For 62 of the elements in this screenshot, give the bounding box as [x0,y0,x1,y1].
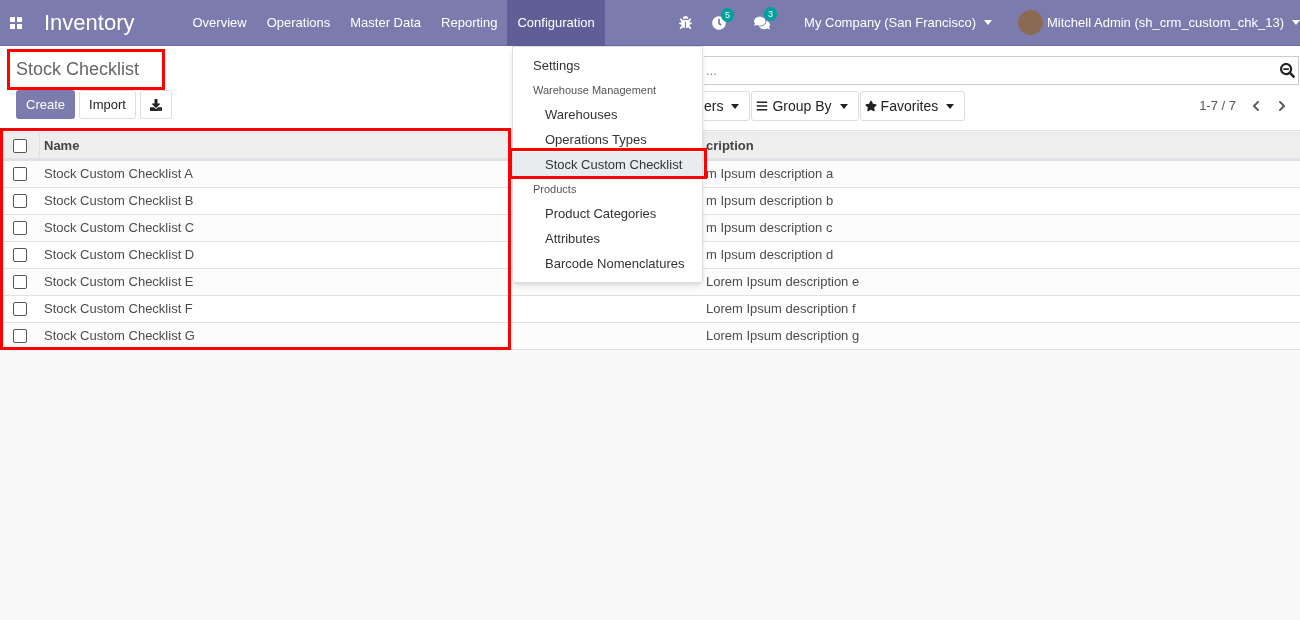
company-switcher[interactable]: My Company (San Francisco) [804,12,992,33]
menu-item[interactable]: Warehouses [513,102,702,127]
table-cell: Stock Custom Checklist B [44,193,194,209]
table-cell: Stock Custom Checklist C [44,220,195,236]
download-icon [149,98,162,111]
table-cell: Stock Custom Checklist A [44,166,193,182]
table-cell: Stock Custom Checklist F [44,301,193,317]
table-cell-text: Lorem Ipsum description e [705,273,860,292]
caret-icon [946,103,955,109]
checkbox[interactable] [13,329,27,343]
menu-section-header: Products [532,182,578,197]
avatar [1018,10,1043,35]
import-button[interactable]: Import [79,90,136,119]
filter-dropdown-button[interactable]: ers [704,91,751,121]
table-cell-text: m Ipsum description c [705,219,833,238]
menu-section-header: Warehouse Management [532,83,658,98]
notification-badge: 5 [721,7,735,22]
menu-item[interactable]: Attributes [513,226,702,251]
table-cell: Stock Custom Checklist D [44,247,195,263]
pager: 1-7 / 7 [1199,97,1236,116]
table-cell: Stock Custom Checklist G [44,328,195,344]
checkbox[interactable] [12,138,27,153]
create-button[interactable]: Create [16,90,76,119]
checkbox[interactable] [13,221,27,235]
checkbox[interactable] [13,248,27,262]
checkbox[interactable] [13,302,27,316]
bug-icon[interactable] [679,16,693,29]
menu-item[interactable]: Settings [513,53,702,78]
table-cell-text: m Ipsum description b [705,192,834,211]
navbar-menu-item[interactable]: Overview [182,0,257,46]
table-cell: Stock Custom Checklist E [44,274,194,290]
star-icon [864,100,877,112]
next-icon[interactable] [1276,100,1288,112]
table-cell-text: Lorem Ipsum description f [705,300,856,319]
menu-item[interactable]: Stock Custom Checklist [513,152,702,177]
list-icon [756,100,769,112]
user-menu[interactable]: Mitchell Admin (sh_crm_custom_chk_13) [1047,12,1300,33]
search-field[interactable]: ... [704,56,1299,85]
menu-item[interactable]: Product Categories [513,201,702,226]
app-title: Inventory [44,9,135,37]
caret-icon [731,103,740,109]
checkbox[interactable] [13,167,27,181]
notification-badge: 3 [764,6,778,21]
caret-icon [984,20,992,25]
checkbox[interactable] [13,194,27,208]
menu-item[interactable]: Barcode Nomenclatures [513,251,702,276]
search-icon[interactable] [1280,63,1295,78]
apps-grid-icon[interactable] [10,16,22,29]
filter-dropdown-button[interactable]: Group By [751,91,859,121]
breadcrumb: Stock Checklist [16,58,140,81]
navbar-menu-item[interactable]: Reporting [431,0,508,46]
previous-icon[interactable] [1250,100,1262,112]
checkbox[interactable] [13,275,27,289]
table-cell-text: Lorem Ipsum description g [705,327,860,346]
navbar-menu-item[interactable]: Master Data [340,0,432,46]
filter-dropdown-button[interactable]: Favorites [859,91,966,121]
caret-icon [839,103,848,109]
navbar-menu-item[interactable]: Configuration [507,0,605,46]
download-button[interactable] [139,90,172,119]
menu-item[interactable]: Operations Types [513,127,702,152]
navbar-menu-item[interactable]: Operations [256,0,341,46]
caret-icon [1292,20,1300,25]
